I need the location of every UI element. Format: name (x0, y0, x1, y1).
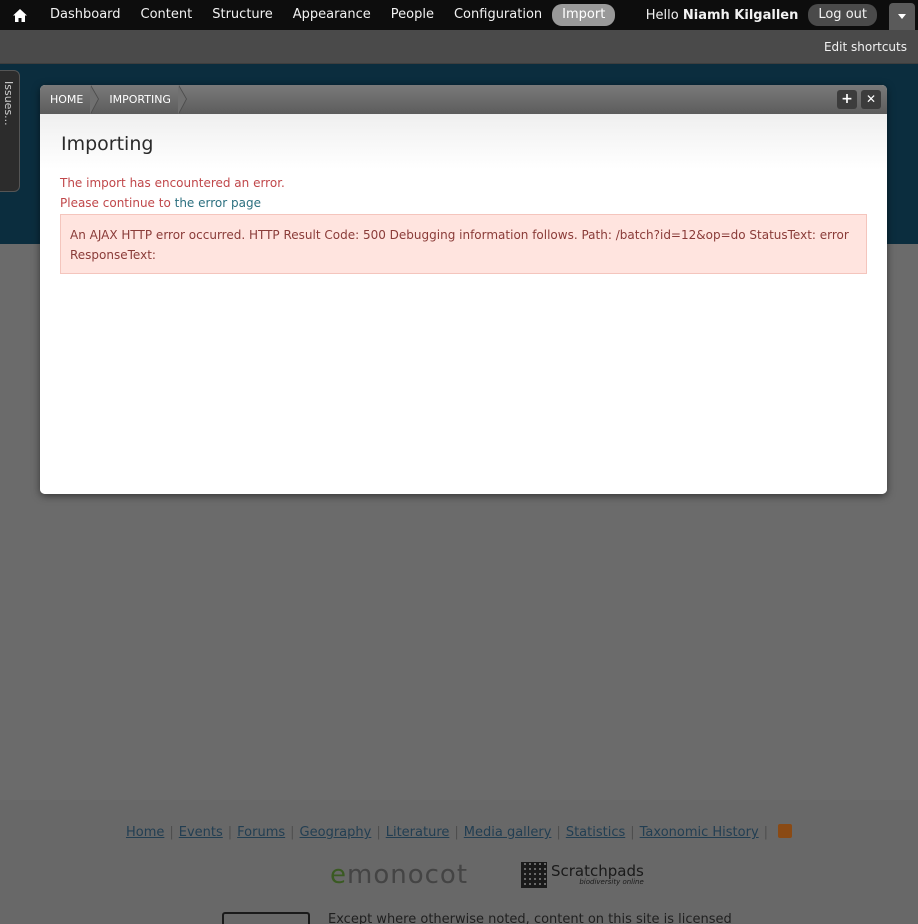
footer-link-home[interactable]: Home (126, 825, 164, 840)
creative-commons-badge[interactable] (222, 912, 310, 924)
separator: | (290, 825, 295, 840)
dialog-body: Importing The import has encountered an … (40, 114, 887, 494)
menu-item-dashboard[interactable]: Dashboard (40, 4, 131, 26)
license-text: Except where otherwise noted, content on… (328, 912, 732, 924)
separator: | (630, 825, 635, 840)
emonocot-logo[interactable]: emonocot (330, 860, 468, 890)
admin-toolbar: Dashboard Content Structure Appearance P… (0, 0, 918, 30)
menu-item-content[interactable]: Content (131, 4, 203, 26)
error-details-box: An AJAX HTTP error occurred. HTTP Result… (60, 214, 867, 274)
logout-button[interactable]: Log out (808, 4, 877, 26)
continue-message: Please continue to the error page (60, 196, 261, 210)
footer-link-events[interactable]: Events (179, 825, 223, 840)
overlay-dialog: HOME IMPORTING + ✕ Importing The import … (40, 85, 887, 494)
menu-item-configuration[interactable]: Configuration (444, 4, 552, 26)
scratchpads-wordmark: Scratchpads biodiversity online (551, 864, 644, 886)
error-page-link[interactable]: the error page (175, 196, 261, 210)
greeting: Hello Niamh Kilgallen (646, 8, 799, 23)
error-message: The import has encountered an error. (60, 176, 285, 190)
issues-tab[interactable]: Issues... (0, 70, 20, 192)
edit-shortcuts-link[interactable]: Edit shortcuts (824, 40, 907, 54)
rss-icon[interactable] (778, 824, 793, 838)
separator: | (454, 825, 459, 840)
user-name[interactable]: Niamh Kilgallen (683, 8, 798, 23)
breadcrumb-home[interactable]: HOME (40, 85, 100, 114)
footer-link-statistics[interactable]: Statistics (566, 825, 625, 840)
menu-item-appearance[interactable]: Appearance (283, 4, 381, 26)
separator: | (556, 825, 561, 840)
greeting-prefix: Hello (645, 7, 679, 23)
shortcuts-toggle-button[interactable] (889, 3, 915, 30)
scratchpads-grid-icon (521, 862, 547, 888)
scratchpads-logo[interactable]: Scratchpads biodiversity online (521, 862, 644, 888)
footer-link-geography[interactable]: Geography (300, 825, 372, 840)
separator: | (227, 825, 233, 840)
shortcut-bar: Edit shortcuts (0, 30, 918, 64)
continue-prefix: Please continue to (60, 196, 171, 210)
menu-item-import[interactable]: Import (552, 4, 616, 26)
breadcrumb-importing[interactable]: IMPORTING (99, 85, 187, 114)
separator: | (169, 825, 174, 840)
footer-links: Home | Events | Forums | Geography | Literature |… (0, 824, 918, 840)
dialog-titlebar: HOME IMPORTING + ✕ (40, 85, 887, 114)
admin-menu: Dashboard Content Structure Appearance P… (40, 4, 616, 26)
issues-tab-label: Issues... (2, 81, 15, 126)
home-icon (13, 8, 27, 22)
scratchpads-subtitle: biodiversity online (579, 878, 644, 886)
add-shortcut-button[interactable]: + (837, 90, 857, 109)
footer-link-forums[interactable]: Forums (237, 825, 285, 840)
page-title: Importing (61, 133, 154, 155)
site-footer: Home | Events | Forums | Geography | Literature |… (0, 800, 918, 924)
menu-item-people[interactable]: People (381, 4, 444, 26)
close-dialog-button[interactable]: ✕ (861, 90, 881, 109)
separator: | (763, 825, 769, 840)
chevron-down-icon (898, 14, 906, 19)
footer-link-literature[interactable]: Literature (386, 825, 450, 840)
scratchpads-title: Scratchpads (551, 862, 644, 880)
emonocot-logo-mark: e (330, 860, 347, 890)
user-area: Hello Niamh Kilgallen Log out (646, 0, 877, 30)
footer-logos: emonocot Scratchpads biodiversity online (0, 860, 918, 892)
home-link[interactable] (0, 0, 40, 30)
footer-link-media-gallery[interactable]: Media gallery (464, 825, 552, 840)
menu-item-structure[interactable]: Structure (202, 4, 282, 26)
separator: | (376, 825, 381, 840)
footer-link-taxonomic-history[interactable]: Taxonomic History (640, 825, 759, 840)
